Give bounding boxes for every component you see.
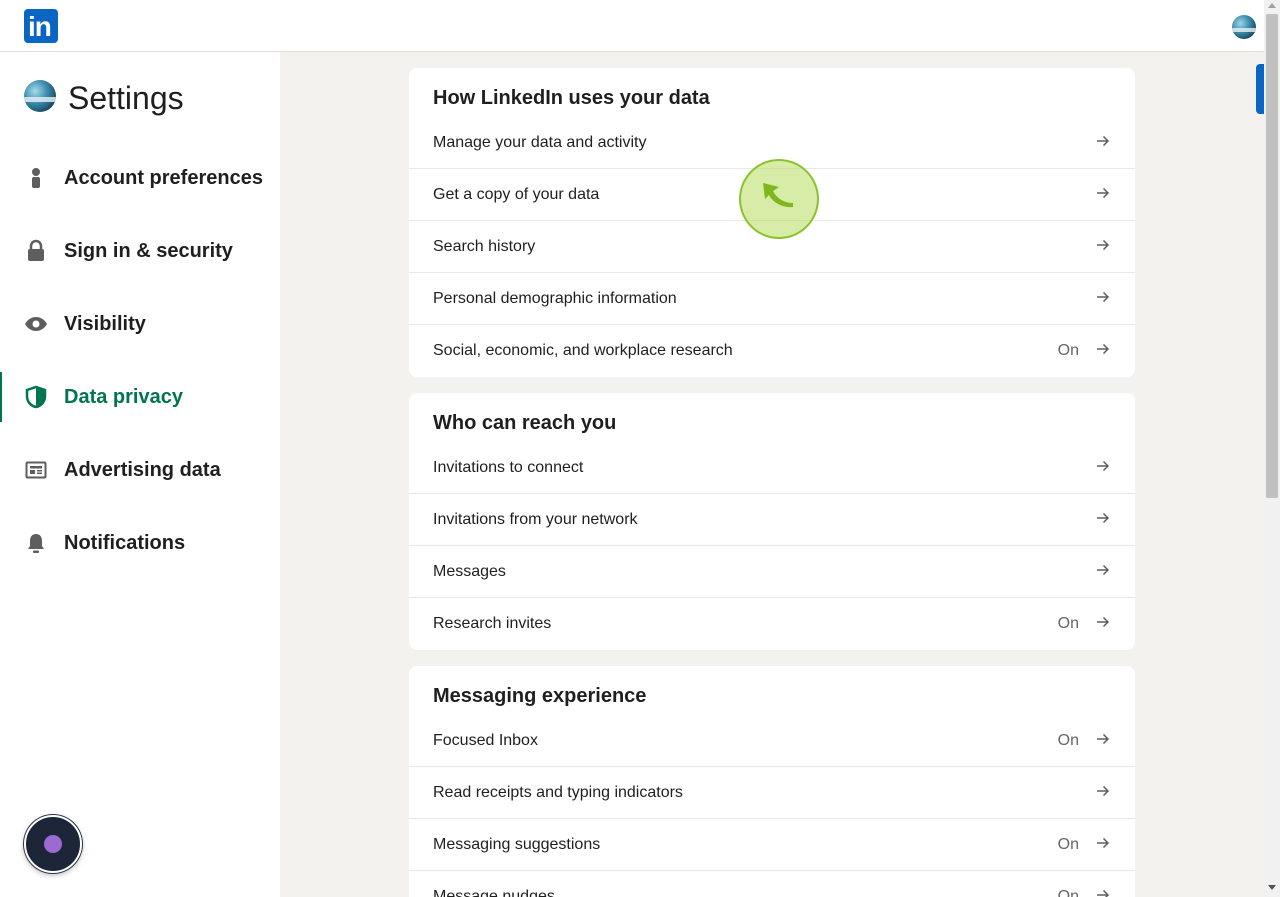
- arrow-right-icon: [1097, 616, 1110, 628]
- arrow-right-icon: [1097, 187, 1110, 199]
- sidebar-item-label: Data privacy: [64, 386, 183, 408]
- arrow-right-icon: [1097, 343, 1110, 355]
- top-navigation-bar: in: [0, 0, 1264, 52]
- shield-icon: [25, 385, 47, 409]
- scroll-down-arrow-icon[interactable]: [1268, 885, 1276, 890]
- setting-row-demographic-info[interactable]: Personal demographic information: [409, 273, 1135, 325]
- person-icon: [32, 168, 40, 188]
- scroll-up-arrow-icon[interactable]: [1268, 3, 1276, 8]
- status-text: On: [1057, 836, 1079, 853]
- setting-label: Manage your data and activity: [433, 134, 647, 151]
- status-text: On: [1057, 732, 1079, 749]
- setting-label: Message nudges: [433, 888, 555, 897]
- setting-label: Read receipts and typing indicators: [433, 784, 683, 801]
- arrow-right-icon: [1097, 889, 1110, 897]
- setting-label: Invitations from your network: [433, 511, 638, 528]
- click-indicator: [739, 159, 819, 239]
- vertical-scrollbar[interactable]: [1264, 0, 1280, 897]
- status-text: On: [1057, 888, 1079, 897]
- eye-icon: [25, 317, 47, 331]
- setting-row-invitations-to-connect[interactable]: Invitations to connect: [409, 442, 1135, 494]
- setting-label: Invitations to connect: [433, 459, 584, 476]
- sidebar-item-visibility[interactable]: Visibility: [0, 299, 280, 349]
- assistant-dot-icon: [44, 835, 62, 853]
- setting-label: Research invites: [433, 615, 552, 632]
- setting-row-workplace-research[interactable]: Social, economic, and workplace research…: [409, 325, 1135, 377]
- setting-row-message-nudges[interactable]: Message nudges On: [409, 871, 1135, 897]
- setting-label: Get a copy of your data: [433, 186, 600, 203]
- setting-label: Search history: [433, 238, 536, 255]
- setting-label: Social, economic, and workplace research: [433, 342, 733, 359]
- floating-assistant-button[interactable]: [24, 815, 82, 873]
- status-text: On: [1057, 615, 1079, 632]
- arrow-right-icon: [1097, 785, 1110, 797]
- arrow-right-icon: [1097, 837, 1110, 849]
- newspaper-icon: [25, 461, 47, 479]
- linkedin-logo[interactable]: in: [24, 9, 58, 43]
- arrow-right-icon: [1097, 733, 1110, 745]
- arrow-right-icon: [1097, 460, 1110, 472]
- setting-row-messages[interactable]: Messages: [409, 546, 1135, 598]
- profile-avatar[interactable]: [1232, 15, 1256, 39]
- sidebar-item-advertising-data[interactable]: Advertising data: [0, 445, 280, 495]
- bell-icon: [28, 534, 44, 553]
- lock-icon: [28, 239, 44, 261]
- status-text: On: [1057, 342, 1079, 359]
- logo-text: in: [28, 11, 52, 42]
- sidebar-item-label: Sign in & security: [64, 240, 233, 262]
- sidebar-item-label: Advertising data: [64, 459, 221, 481]
- settings-avatar: [24, 80, 56, 112]
- scroll-position-marker: [1256, 64, 1264, 114]
- setting-row-invitations-from-network[interactable]: Invitations from your network: [409, 494, 1135, 546]
- sidebar-item-label: Visibility: [64, 313, 146, 335]
- setting-label: Focused Inbox: [433, 732, 538, 749]
- section-title: Messaging experience: [433, 685, 647, 707]
- sidebar-item-label: Account preferences: [64, 167, 263, 189]
- sidebar-item-sign-in-security[interactable]: Sign in & security: [0, 226, 280, 276]
- arrow-right-icon: [1097, 239, 1110, 251]
- sidebar-item-label: Notifications: [64, 532, 186, 554]
- sidebar-item-notifications[interactable]: Notifications: [0, 518, 280, 568]
- section-title: Who can reach you: [433, 412, 617, 434]
- setting-label: Personal demographic information: [433, 290, 677, 307]
- sidebar-item-data-privacy[interactable]: Data privacy: [0, 372, 280, 422]
- setting-row-messaging-suggestions[interactable]: Messaging suggestions On: [409, 819, 1135, 871]
- arrow-right-icon: [1097, 291, 1110, 303]
- section-messaging-experience: Messaging experience Focused Inbox On Re…: [409, 666, 1135, 897]
- setting-label: Messages: [433, 563, 506, 580]
- sidebar-item-account-preferences[interactable]: Account preferences: [0, 153, 280, 203]
- settings-sidebar: Settings Account preferences Sign in & s…: [0, 52, 280, 897]
- arrow-right-icon: [1097, 512, 1110, 524]
- scrollbar-thumb[interactable]: [1266, 14, 1278, 498]
- page-title: Settings: [68, 80, 184, 116]
- setting-row-focused-inbox[interactable]: Focused Inbox On: [409, 715, 1135, 767]
- setting-row-read-receipts[interactable]: Read receipts and typing indicators: [409, 767, 1135, 819]
- arrow-right-icon: [1097, 564, 1110, 576]
- cursor-arrow-icon: [763, 183, 793, 208]
- arrow-right-icon: [1097, 135, 1110, 147]
- setting-label: Messaging suggestions: [433, 836, 601, 853]
- section-title: How LinkedIn uses your data: [433, 87, 710, 109]
- setting-row-research-invites[interactable]: Research invites On: [409, 598, 1135, 650]
- section-who-can-reach-you: Who can reach you Invitations to connect…: [409, 393, 1135, 650]
